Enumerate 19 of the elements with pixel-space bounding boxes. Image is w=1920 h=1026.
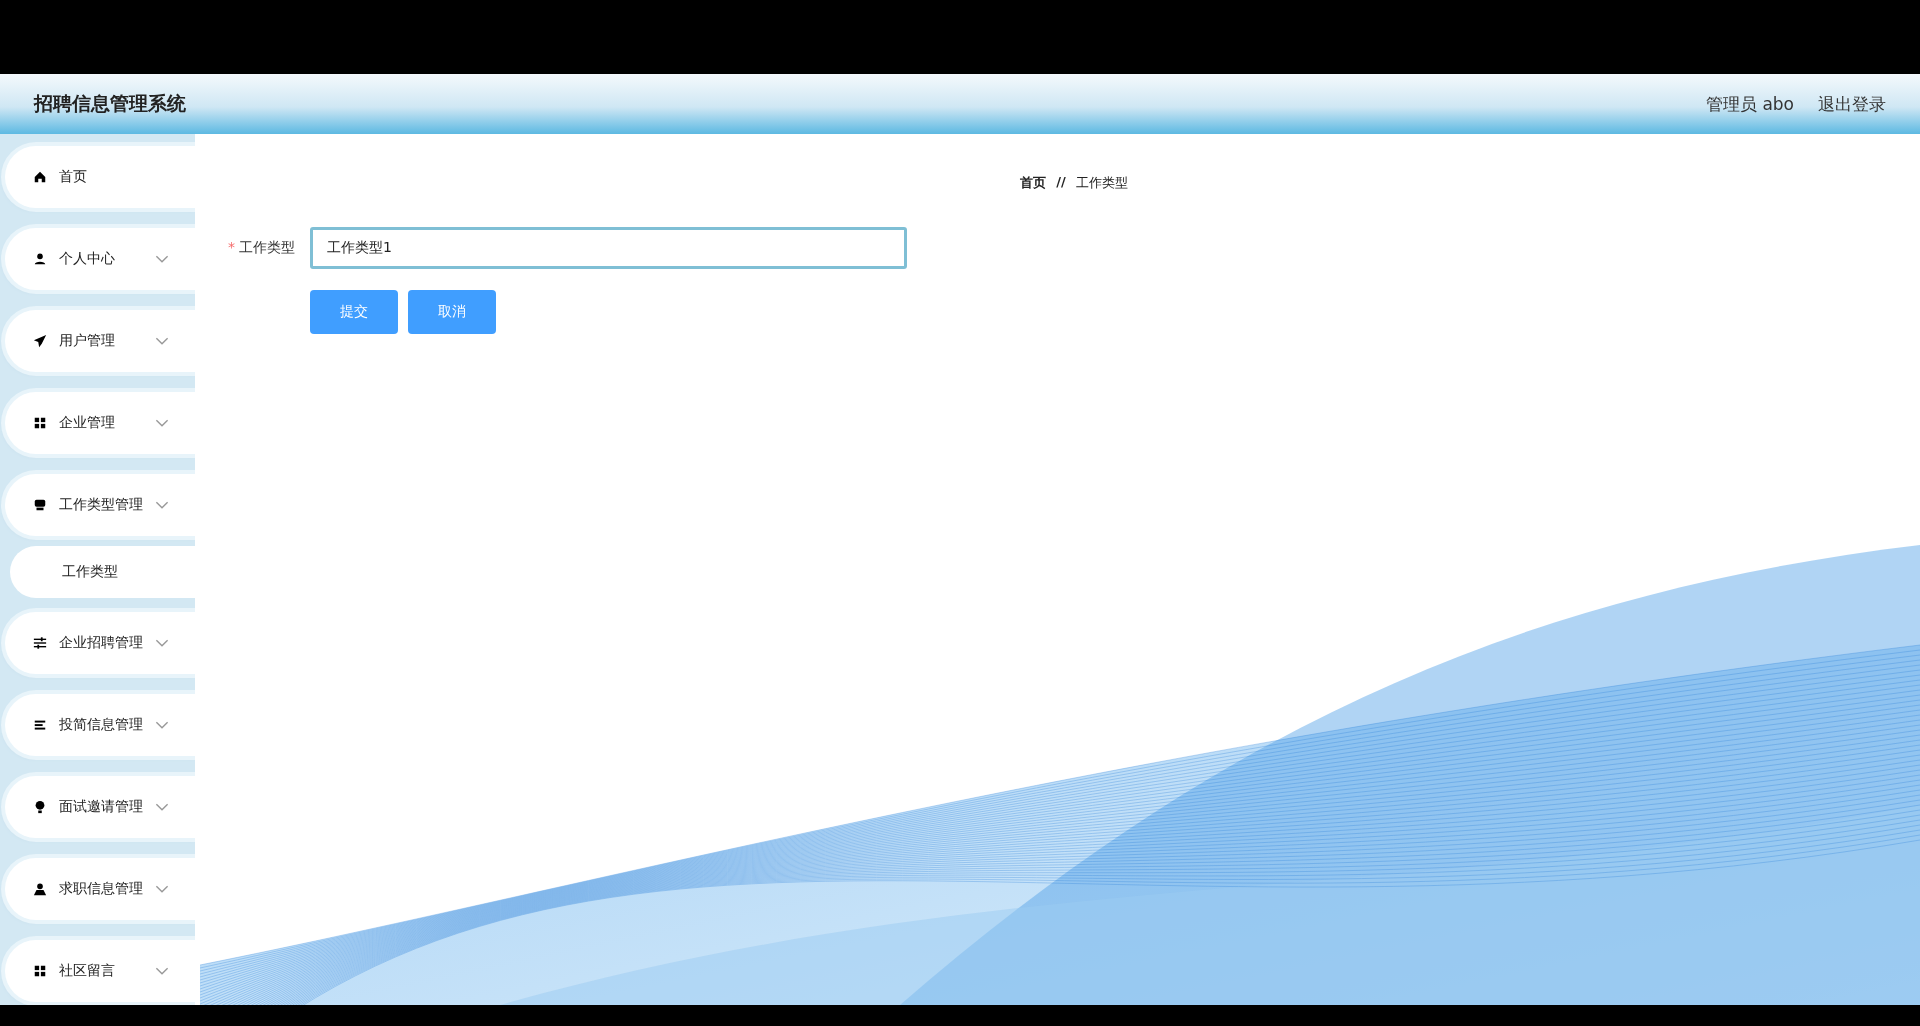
submenu-item[interactable]: 工作类型 xyxy=(10,546,195,598)
app-title: 招聘信息管理系统 xyxy=(34,91,186,116)
home-icon xyxy=(33,170,47,184)
logout-link[interactable]: 退出登录 xyxy=(1818,92,1886,116)
bulb-icon xyxy=(33,800,47,814)
field-label: * 工作类型 xyxy=(228,239,296,257)
person-icon xyxy=(33,882,47,896)
input-field[interactable]: 工作类型1 xyxy=(310,227,907,269)
breadcrumb-separator: // xyxy=(1056,174,1066,191)
sliders-icon xyxy=(33,636,47,650)
list-icon xyxy=(33,718,47,732)
breadcrumb-item: 工作类型 xyxy=(1075,174,1128,192)
grid-icon xyxy=(33,416,47,430)
tray-icon xyxy=(33,498,47,512)
user-name: 管理员 abo xyxy=(1706,92,1794,116)
breadcrumb-item[interactable]: 首页 xyxy=(1020,174,1047,194)
paper-plane-icon xyxy=(33,334,47,348)
grid-icon xyxy=(33,964,47,978)
user-icon xyxy=(33,252,47,266)
